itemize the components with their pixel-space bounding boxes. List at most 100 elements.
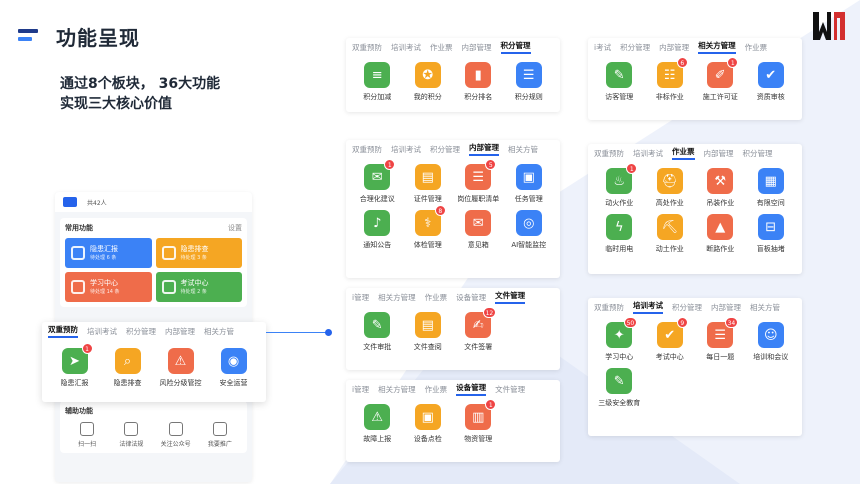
tab-panels.1-0[interactable]: i考试 [594, 42, 611, 53]
brand-logo [813, 12, 845, 40]
tab-highlight-3[interactable]: 内部管理 [165, 326, 195, 337]
module-item[interactable]: ✔ 9 考试中心 [645, 317, 696, 362]
tab-panels.4-2[interactable]: 作业票 [425, 292, 448, 303]
aux-item[interactable]: 关注公众号 [154, 422, 198, 448]
tab-panels.3-2[interactable]: 作业票 [672, 146, 695, 160]
module-item[interactable]: ⊟ 盲板抽堵 [746, 214, 797, 254]
tab-panels.1-2[interactable]: 内部管理 [659, 42, 689, 53]
tab-panels.5-2[interactable]: 积分管理 [672, 302, 702, 313]
module-item[interactable]: ✪ 我的积分 [403, 62, 454, 102]
tab-panels.3-1[interactable]: 培训考试 [633, 148, 663, 159]
tab-panels.4-4[interactable]: 文件管理 [495, 290, 526, 304]
module-item[interactable]: ⚠ 风险分级管控 [154, 348, 207, 388]
module-item[interactable]: ✔ 资质审核 [746, 62, 797, 102]
tab-panels.2-3[interactable]: 内部管理 [469, 142, 499, 156]
tab-panels.0-0[interactable]: 双重预防 [352, 42, 382, 53]
module-item-label: 意见箱 [467, 241, 489, 249]
module-item[interactable]: ▣ 设备点检 [403, 404, 454, 444]
tab-panels.2-1[interactable]: 培训考试 [391, 144, 421, 155]
module-item[interactable]: ➤ 1 隐患汇报 [48, 343, 101, 388]
module-item[interactable]: ✍ 12 文件签署 [453, 307, 504, 352]
tab-panels.5-1[interactable]: 培训考试 [633, 300, 663, 314]
module-item[interactable]: ☰ 5 岗位履职清单 [453, 159, 504, 204]
module-item[interactable]: ⚕ 8 体检管理 [403, 205, 454, 250]
tab-panels.4-1[interactable]: 相关方管理 [378, 292, 416, 303]
module-item[interactable]: ϟ 临时用电 [594, 214, 645, 254]
module-grid: ➤ 1 隐患汇报 ⌕ 隐患排查 ⚠ 风险分级管控 ◉ 安全运营 [42, 340, 266, 388]
aux-item[interactable]: 法律法规 [109, 422, 153, 448]
id-card-icon: ▤ [414, 164, 441, 190]
module-item[interactable]: ≡ 积分加减 [352, 62, 403, 102]
tab-highlight-2[interactable]: 积分管理 [126, 326, 156, 337]
module-item[interactable]: ✎ 三级安全教育 [594, 368, 645, 408]
module-item[interactable]: ▣ 任务管理 [504, 164, 555, 204]
module-item[interactable]: ♪ 通知公告 [352, 210, 403, 250]
module-item[interactable]: ▮ 积分排名 [453, 62, 504, 102]
module-item[interactable]: ⚒ 吊装作业 [695, 168, 746, 208]
tab-panels.6-0[interactable]: i管理 [352, 384, 369, 395]
tab-panels.2-4[interactable]: 相关方管 [508, 144, 538, 155]
tab-panels.2-0[interactable]: 双重预防 [352, 144, 382, 155]
tab-panels.0-3[interactable]: 内部管理 [462, 42, 492, 53]
module-item[interactable]: ☰ 积分规则 [504, 62, 555, 102]
tab-panels.4-3[interactable]: 设备管理 [456, 292, 486, 303]
tab-panels.6-2[interactable]: 作业票 [425, 384, 448, 395]
module-item[interactable]: ⌕ 隐患排查 [101, 348, 154, 388]
tab-panels.6-4[interactable]: 文件管理 [495, 384, 525, 395]
tab-panels.1-1[interactable]: 积分管理 [620, 42, 650, 53]
helmet-icon-glyph: ⛑ [661, 173, 678, 189]
notification-badge: 1 [384, 159, 396, 170]
module-item[interactable]: ▲ 断路作业 [695, 214, 746, 254]
module-item[interactable]: ✉ 1 合理化建议 [352, 159, 403, 204]
common-card[interactable]: 学习中心 待处理 14 条 [65, 272, 152, 302]
tab-highlight-0[interactable]: 双重预防 [48, 324, 78, 338]
module-item[interactable]: ◉ 安全运营 [207, 348, 260, 388]
module-item[interactable]: ⛏ 动土作业 [645, 214, 696, 254]
tab-panels.0-2[interactable]: 作业票 [430, 42, 453, 53]
module-item[interactable]: ✦ 50 学习中心 [594, 317, 645, 362]
aux-item[interactable]: 我要推广 [198, 422, 242, 448]
tab-panels.5-0[interactable]: 双重预防 [594, 302, 624, 313]
common-card[interactable]: 隐患排查 待处理 3 条 [155, 238, 242, 268]
tab-highlight-4[interactable]: 相关方管 [204, 326, 234, 337]
module-item[interactable]: ▤ 文件查阅 [403, 312, 454, 352]
module-item[interactable]: ▦ 有限空间 [746, 168, 797, 208]
module-item[interactable]: ✐ 1 施工许可证 [695, 57, 746, 102]
tab-panels.1-3[interactable]: 相关方管理 [698, 40, 736, 54]
tab-panels.0-1[interactable]: 培训考试 [391, 42, 421, 53]
common-functions-grid: 隐患汇报 待处理 6 条隐患排查 待处理 3 条学习中心 待处理 14 条考试中心 待处… [65, 238, 242, 302]
common-card[interactable]: 隐患汇报 待处理 6 条 [65, 238, 152, 268]
module-item[interactable]: ☺ 培训和会议 [746, 322, 797, 362]
module-item[interactable]: ✉ 意见箱 [453, 210, 504, 250]
tab-panels.4-0[interactable]: i管理 [352, 292, 369, 303]
module-item[interactable]: ⛑ 高处作业 [645, 168, 696, 208]
tab-panels.3-3[interactable]: 内部管理 [704, 148, 734, 159]
module-item[interactable]: ☰ 34 每日一题 [695, 317, 746, 362]
tab-panels.1-4[interactable]: 作业票 [745, 42, 768, 53]
module-item[interactable]: ☷ 6 非标作业 [645, 57, 696, 102]
module-item[interactable]: ✎ 文件审批 [352, 312, 403, 352]
duty-list-icon-glyph: ☰ [472, 169, 485, 185]
page-subtitle: 通过8个板块， 36大功能 实现三大核心价值 [60, 74, 220, 114]
tab-panels.3-0[interactable]: 双重预防 [594, 148, 624, 159]
module-item-label: 有限空间 [756, 199, 785, 207]
tab-panels.5-4[interactable]: 相关方管 [750, 302, 780, 313]
tab-panels.2-2[interactable]: 积分管理 [430, 144, 460, 155]
tab-panels.5-3[interactable]: 内部管理 [711, 302, 741, 313]
tab-panels.6-3[interactable]: 设备管理 [456, 382, 487, 396]
module-item[interactable]: ⚠ 故障上报 [352, 404, 403, 444]
module-item[interactable]: ◎ AI智能监控 [504, 210, 555, 250]
module-item[interactable]: ▥ 1 物资管理 [453, 399, 504, 444]
tab-highlight-1[interactable]: 培训考试 [87, 326, 117, 337]
aux-item[interactable]: 扫一扫 [65, 422, 109, 448]
common-card[interactable]: 考试中心 待处理 2 条 [155, 272, 242, 302]
module-item[interactable]: ♨ 1 动火作业 [594, 163, 645, 208]
settings-link[interactable]: 设置 [228, 223, 242, 233]
tab-panels.3-4[interactable]: 积分管理 [743, 148, 773, 159]
module-tabs: i管理 相关方管理 作业票 设备管理 文件管理 [346, 380, 560, 398]
tab-panels.6-1[interactable]: 相关方管理 [378, 384, 416, 395]
tab-panels.0-4[interactable]: 积分管理 [500, 40, 531, 54]
module-item[interactable]: ✎ 访客管理 [594, 62, 645, 102]
module-item[interactable]: ▤ 证件管理 [403, 164, 454, 204]
fire-icon: ♨ 1 [606, 163, 638, 194]
